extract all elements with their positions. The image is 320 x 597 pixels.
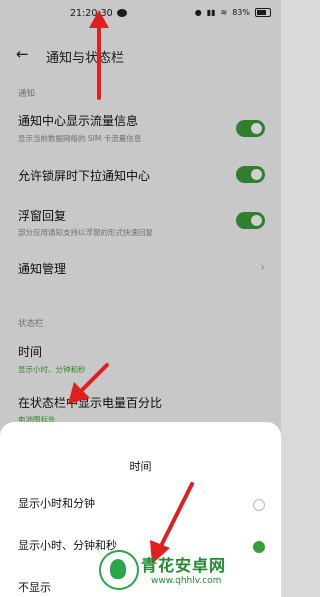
annotation-arrow-time [89, 10, 109, 100]
watermark-logo-icon [99, 550, 139, 590]
option-label: 不显示 [18, 581, 51, 594]
sheet-title: 时间 [129, 460, 152, 473]
radio-unselected[interactable] [253, 499, 265, 511]
watermark-url: www.qhhlv.com [151, 576, 222, 586]
option-label: 显示小时和分钟 [18, 497, 95, 510]
watermark: 青花安卓网 www.qhhlv.com [95, 548, 281, 597]
watermark-name: 青花安卓网 [141, 556, 227, 575]
annotation-arrow-row-time [68, 363, 109, 404]
